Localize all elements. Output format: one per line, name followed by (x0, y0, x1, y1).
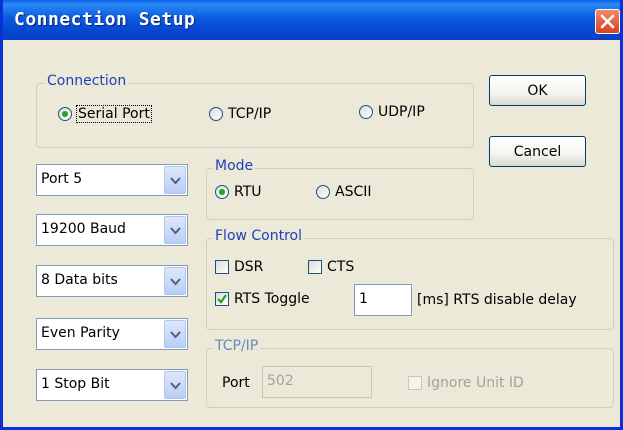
checkbox-box (215, 292, 229, 306)
rts-delay-label: [ms] RTS disable delay (417, 292, 577, 308)
radio-label: Serial Port (76, 105, 152, 123)
radio-udpip[interactable]: UDP/IP (359, 104, 425, 120)
checkbox-box (308, 260, 322, 274)
dropdown-button[interactable] (164, 166, 186, 194)
checkbox-cts[interactable]: CTS (308, 259, 354, 275)
close-icon (600, 14, 615, 29)
dropdown-button[interactable] (164, 267, 186, 295)
flow-control-legend: Flow Control (213, 228, 305, 244)
cancel-button[interactable]: Cancel (489, 136, 586, 167)
radio-ascii[interactable]: ASCII (316, 184, 372, 200)
radio-tcpip[interactable]: TCP/IP (209, 106, 271, 122)
chevron-down-icon (170, 331, 181, 339)
checkbox-label: CTS (327, 259, 355, 275)
port-select[interactable]: Port 5 (36, 164, 188, 196)
checkbox-ignore-unit-id[interactable]: Ignore Unit ID (408, 375, 524, 391)
close-button[interactable] (595, 9, 620, 34)
title-bar[interactable]: Connection Setup (3, 0, 620, 40)
radio-dot-selected (58, 107, 72, 121)
rts-delay-input[interactable]: 1 (354, 284, 412, 316)
checkbox-label: RTS Toggle (234, 291, 310, 307)
radio-serial-port[interactable]: Serial Port (58, 105, 152, 123)
checkbox-box (408, 376, 422, 390)
connection-legend: Connection (45, 73, 129, 89)
checkbox-dsr[interactable]: DSR (215, 259, 263, 275)
chevron-down-icon (170, 278, 181, 286)
dropdown-button[interactable] (164, 320, 186, 348)
parity-select-value: Even Parity (41, 325, 120, 341)
chevron-down-icon (170, 382, 181, 390)
port-select-value: Port 5 (41, 171, 83, 187)
dialog-title: Connection Setup (14, 9, 196, 30)
radio-dot (316, 185, 330, 199)
radio-dot (209, 107, 223, 121)
checkmark-icon (217, 294, 227, 304)
baud-select[interactable]: 19200 Baud (36, 214, 188, 246)
radio-label: TCP/IP (228, 106, 272, 122)
data-bits-select[interactable]: 8 Data bits (36, 265, 188, 297)
radio-label: RTU (234, 184, 262, 200)
tcpip-legend: TCP/IP (213, 338, 261, 354)
radio-rtu[interactable]: RTU (215, 184, 262, 200)
baud-select-value: 19200 Baud (41, 221, 126, 237)
stop-bits-select-value: 1 Stop Bit (41, 376, 110, 392)
dropdown-button[interactable] (164, 371, 186, 399)
data-bits-select-value: 8 Data bits (41, 272, 118, 288)
checkbox-box (215, 260, 229, 274)
chevron-down-icon (170, 227, 181, 235)
stop-bits-select[interactable]: 1 Stop Bit (36, 369, 188, 401)
tcp-port-input[interactable]: 502 (262, 366, 372, 398)
chevron-down-icon (170, 177, 181, 185)
parity-select[interactable]: Even Parity (36, 318, 188, 350)
radio-dot-selected (215, 185, 229, 199)
checkbox-label: DSR (234, 259, 264, 275)
radio-label: UDP/IP (378, 104, 425, 120)
checkbox-label: Ignore Unit ID (427, 375, 524, 391)
dropdown-button[interactable] (164, 216, 186, 244)
connection-setup-dialog: Connection Setup OK Cancel Connection Se… (0, 0, 623, 430)
checkbox-rts-toggle[interactable]: RTS Toggle (215, 291, 310, 307)
mode-legend: Mode (213, 158, 256, 174)
ok-button[interactable]: OK (489, 75, 586, 106)
tcp-port-label: Port (222, 375, 250, 391)
radio-dot (359, 105, 373, 119)
radio-label: ASCII (335, 184, 372, 200)
